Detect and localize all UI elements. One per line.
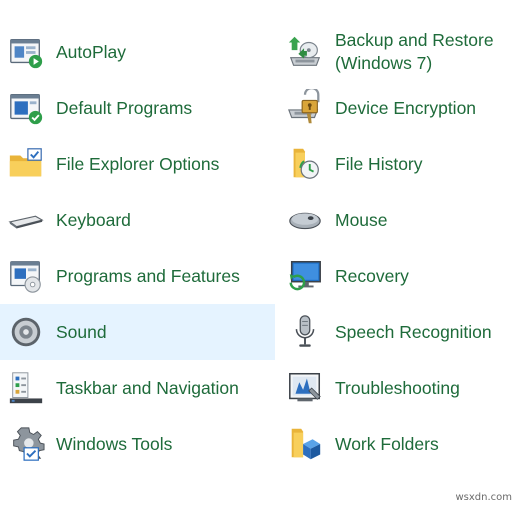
items-row: Keyboard Mouse	[0, 192, 520, 248]
item-label: Mouse	[335, 209, 388, 230]
speaker-icon	[6, 312, 46, 352]
item-work-folders[interactable]: Work Folders	[275, 416, 520, 472]
windows-tools-icon	[6, 424, 46, 464]
item-device-encryption[interactable]: Device Encryption	[275, 80, 520, 136]
item-troubleshooting[interactable]: Troubleshooting	[275, 360, 520, 416]
items-row: Sound Speech Recognition	[0, 304, 520, 360]
item-autoplay[interactable]: AutoPlay	[0, 24, 275, 80]
recovery-icon	[285, 256, 325, 296]
item-label: Device Encryption	[335, 97, 477, 118]
mouse-icon	[285, 200, 325, 240]
items-row: Taskbar and Navigation Troubleshooting	[0, 360, 520, 416]
item-windows-tools[interactable]: Windows Tools	[0, 416, 275, 472]
file-history-icon	[285, 144, 325, 184]
item-backup-and-restore[interactable]: Backup and Restore (Windows 7)	[275, 24, 520, 80]
work-folders-icon	[285, 424, 325, 464]
item-label: Backup and Restore (Windows 7)	[335, 30, 494, 73]
control-panel-items-grid: AutoPlay Backup and Restore (Windows 7)	[0, 24, 520, 472]
item-file-history[interactable]: File History	[275, 136, 520, 192]
item-label: Windows Tools	[56, 433, 173, 454]
item-label: File History	[335, 153, 423, 174]
programs-features-icon	[6, 256, 46, 296]
item-label: Sound	[56, 321, 107, 342]
item-taskbar-and-navigation[interactable]: Taskbar and Navigation	[0, 360, 275, 416]
backup-restore-icon	[285, 32, 325, 72]
items-row: Default Programs Device Encryption	[0, 80, 520, 136]
item-label: Troubleshooting	[335, 377, 460, 398]
item-file-explorer-options[interactable]: File Explorer Options	[0, 136, 275, 192]
item-mouse[interactable]: Mouse	[275, 192, 520, 248]
microphone-icon	[285, 312, 325, 352]
item-label: AutoPlay	[56, 41, 127, 62]
items-row: Programs and Features Recovery	[0, 248, 520, 304]
item-programs-and-features[interactable]: Programs and Features	[0, 248, 275, 304]
autoplay-icon	[6, 32, 46, 72]
device-encryption-icon	[285, 88, 325, 128]
items-row: Windows Tools Work Folders	[0, 416, 520, 472]
item-default-programs[interactable]: Default Programs	[0, 80, 275, 136]
default-programs-icon	[6, 88, 46, 128]
item-speech-recognition[interactable]: Speech Recognition	[275, 304, 520, 360]
item-sound[interactable]: Sound	[0, 304, 275, 360]
watermark: wsxdn.com	[455, 492, 512, 503]
item-label: Speech Recognition	[335, 321, 492, 342]
file-explorer-options-icon	[6, 144, 46, 184]
troubleshooting-icon	[285, 368, 325, 408]
item-label: Work Folders	[335, 433, 439, 454]
item-recovery[interactable]: Recovery	[275, 248, 520, 304]
item-keyboard[interactable]: Keyboard	[0, 192, 275, 248]
item-label: Programs and Features	[56, 265, 240, 286]
item-label: Recovery	[335, 265, 409, 286]
item-label: File Explorer Options	[56, 153, 220, 174]
taskbar-icon	[6, 368, 46, 408]
item-label: Taskbar and Navigation	[56, 377, 239, 398]
items-row: File Explorer Options File History	[0, 136, 520, 192]
keyboard-icon	[6, 200, 46, 240]
item-label: Default Programs	[56, 97, 193, 118]
item-label: Keyboard	[56, 209, 131, 230]
items-row: AutoPlay Backup and Restore (Windows 7)	[0, 24, 520, 80]
